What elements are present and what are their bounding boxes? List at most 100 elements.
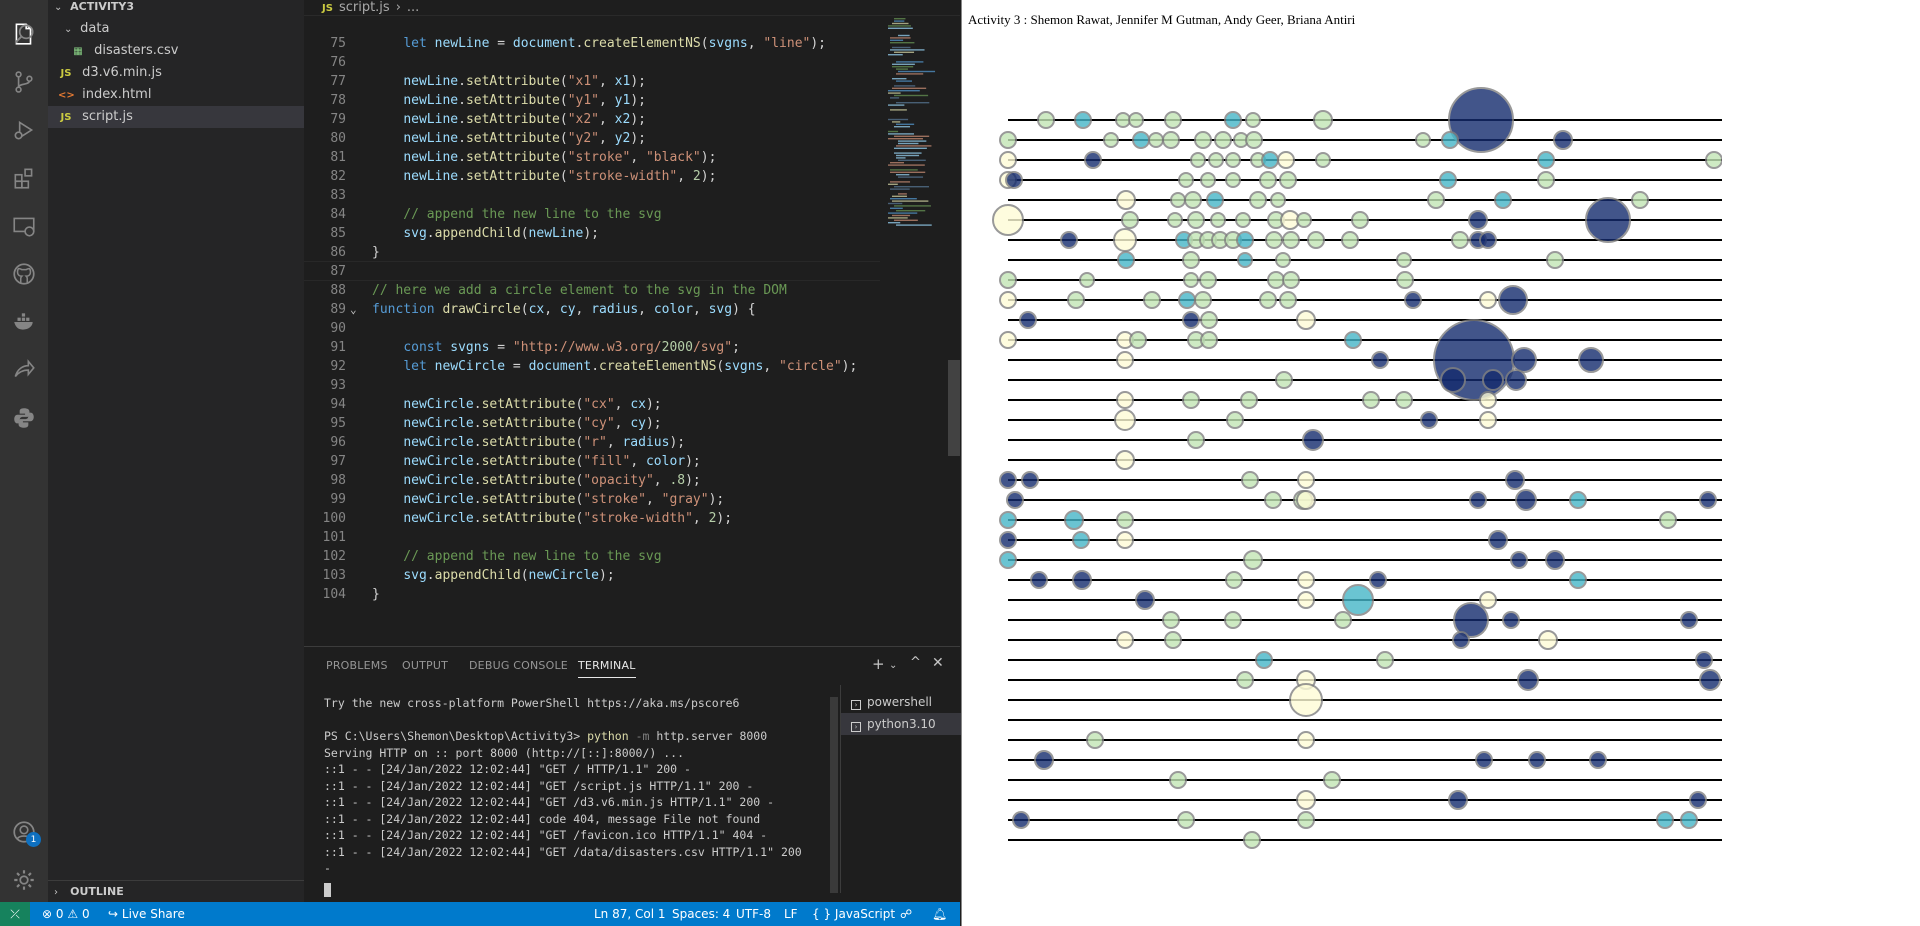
code-line[interactable]: 93 bbox=[304, 376, 884, 395]
code-line[interactable]: 76 bbox=[304, 53, 884, 72]
settings-gear-icon[interactable] bbox=[0, 856, 48, 904]
live-share-button[interactable]: ↪ Live Share bbox=[108, 902, 185, 926]
project-root[interactable]: ⌄ ACTIVITY3 bbox=[48, 0, 304, 18]
disaster-circle bbox=[1344, 331, 1362, 349]
tree-file-index-html[interactable]: <> index.html bbox=[48, 84, 304, 106]
code-line[interactable]: 89 ⌄ function drawCircle(cx, cy, radius, c… bbox=[304, 300, 884, 319]
disaster-circle bbox=[1515, 489, 1537, 511]
run-debug-icon[interactable] bbox=[0, 106, 48, 154]
code-text: newLine.setAttribute("x1", x1); bbox=[403, 74, 646, 89]
search-icon[interactable] bbox=[0, 10, 48, 58]
tree-file-d3[interactable]: JS d3.v6.min.js bbox=[48, 62, 304, 84]
code-line[interactable]: 99 newCircle.setAttribute("stroke", "gra… bbox=[304, 490, 884, 509]
code-line[interactable]: 98 newCircle.setAttribute("opacity", .8)… bbox=[304, 471, 884, 490]
minimap-line bbox=[890, 162, 905, 164]
code-line[interactable]: 88 // here we add a circle element to the… bbox=[304, 281, 884, 300]
code-line[interactable]: 91 const svgns = "http://www.w3.org/2000… bbox=[304, 338, 884, 357]
disaster-circle bbox=[1199, 271, 1217, 289]
line-ending[interactable]: LF bbox=[784, 902, 798, 926]
tab-output[interactable]: OUTPUT bbox=[402, 659, 448, 672]
disaster-circle bbox=[1115, 450, 1135, 470]
tab-debug-console[interactable]: DEBUG CONSOLE bbox=[469, 659, 568, 672]
code-line[interactable]: 75 let newLine = document.createElementN… bbox=[304, 34, 884, 53]
minimap-line bbox=[888, 54, 903, 56]
remote-explorer-icon[interactable] bbox=[0, 202, 48, 250]
code-line[interactable]: 77 newLine.setAttribute("x1", x1); bbox=[304, 72, 884, 91]
source-control-icon[interactable] bbox=[0, 58, 48, 106]
tree-file-disasters-csv[interactable]: ▦ disasters.csv bbox=[48, 40, 304, 62]
code-line[interactable]: 81 newLine.setAttribute("stroke", "black… bbox=[304, 148, 884, 167]
disaster-circle bbox=[1072, 531, 1090, 549]
code-line[interactable]: 95 newCircle.setAttribute("cy", cy); bbox=[304, 414, 884, 433]
code-line[interactable]: 86} bbox=[304, 243, 884, 262]
tree-item-label: index.html bbox=[82, 87, 152, 102]
language-label: JavaScript bbox=[834, 907, 896, 921]
minimap-line bbox=[896, 174, 910, 176]
code-line[interactable]: 104} bbox=[304, 585, 884, 604]
new-terminal-icon[interactable]: + bbox=[872, 655, 885, 673]
chevron-down-icon[interactable]: ⌄ bbox=[889, 660, 897, 671]
disaster-circle bbox=[1275, 252, 1291, 268]
disaster-circle bbox=[1452, 631, 1470, 649]
tree-folder-data[interactable]: ⌄ data bbox=[48, 18, 304, 40]
extensions-icon[interactable] bbox=[0, 154, 48, 202]
minimap-line bbox=[888, 92, 901, 94]
language-mode[interactable]: { } JavaScript bbox=[812, 902, 895, 926]
code-line[interactable]: 79 newLine.setAttribute("x2", x2); bbox=[304, 110, 884, 129]
code-line[interactable]: 96 newCircle.setAttribute("r", radius); bbox=[304, 433, 884, 452]
code-line[interactable]: 80 newLine.setAttribute("y2", y2); bbox=[304, 129, 884, 148]
close-panel-icon[interactable]: ✕ bbox=[932, 655, 944, 671]
code-line[interactable]: 82 newLine.setAttribute("stroke-width", … bbox=[304, 167, 884, 186]
live-share-icon[interactable] bbox=[0, 346, 48, 394]
disaster-circle bbox=[1296, 790, 1316, 810]
code-line[interactable]: 78 newLine.setAttribute("y1", y1); bbox=[304, 91, 884, 110]
code-line[interactable]: 102 // append the new line to the svg bbox=[304, 547, 884, 566]
code-line[interactable]: 83 bbox=[304, 186, 884, 205]
code-line[interactable]: 85 svg.appendChild(newLine); bbox=[304, 224, 884, 243]
code-editor[interactable]: 75 let newLine = document.createElementN… bbox=[304, 16, 960, 646]
line-number: 85 bbox=[330, 226, 346, 241]
indentation[interactable]: Spaces: 4 bbox=[672, 902, 730, 926]
code-line[interactable]: 90 bbox=[304, 319, 884, 338]
code-line[interactable]: 103 svg.appendChild(newCircle); bbox=[304, 566, 884, 585]
disaster-circle bbox=[1012, 811, 1030, 829]
encoding[interactable]: UTF-8 bbox=[736, 902, 771, 926]
notifications-bell-icon[interactable]: 🔔︎ bbox=[932, 902, 947, 926]
code-line[interactable]: 92 let newCircle = document.createElemen… bbox=[304, 357, 884, 376]
code-line[interactable]: 97 newCircle.setAttribute("fill", color)… bbox=[304, 452, 884, 471]
disaster-circle bbox=[1488, 530, 1508, 550]
breadcrumb-file[interactable]: script.js bbox=[339, 0, 390, 15]
tab-terminal[interactable]: TERMINAL bbox=[578, 659, 636, 678]
disaster-circle bbox=[1479, 391, 1497, 409]
problems-indicator[interactable]: ⊗ 0 ⚠ 0 bbox=[42, 902, 90, 926]
accounts-icon[interactable] bbox=[0, 808, 48, 856]
feedback-icon[interactable]: ☍ bbox=[900, 902, 912, 926]
github-icon[interactable] bbox=[0, 250, 48, 298]
docker-icon[interactable] bbox=[0, 298, 48, 346]
breadcrumb-symbol[interactable]: ... bbox=[407, 0, 419, 15]
cursor-position[interactable]: Ln 87, Col 1 bbox=[594, 902, 666, 926]
tree-file-script-js[interactable]: JS script.js bbox=[48, 106, 304, 128]
terminal-item-powershell[interactable]: › powershell bbox=[841, 691, 961, 713]
code-line[interactable]: 101 bbox=[304, 528, 884, 547]
terminal-item-python[interactable]: › python3.10 bbox=[841, 713, 961, 735]
terminal-scrollbar[interactable] bbox=[830, 697, 838, 893]
code-line[interactable]: 100 newCircle.setAttribute("stroke-width… bbox=[304, 509, 884, 528]
terminal-line: PS C:\Users\Shemon\Desktop\Activity3> py… bbox=[324, 729, 768, 743]
code-line[interactable]: 84 // append the new line to the svg bbox=[304, 205, 884, 224]
code-text: newCircle.setAttribute("r", radius); bbox=[403, 435, 686, 450]
disaster-circle bbox=[1279, 291, 1297, 309]
tab-problems[interactable]: PROBLEMS bbox=[326, 659, 388, 672]
minimap-line bbox=[894, 85, 916, 87]
code-line[interactable]: 94 newCircle.setAttribute("cx", cx); bbox=[304, 395, 884, 414]
code-line[interactable]: 87 bbox=[304, 262, 884, 281]
minimap[interactable] bbox=[884, 16, 950, 646]
disaster-circle bbox=[1245, 131, 1263, 149]
code-text: newLine.setAttribute("y2", y2); bbox=[403, 131, 646, 146]
outline-section[interactable]: › OUTLINE bbox=[48, 880, 304, 902]
remote-indicator-icon[interactable]: ⤫ bbox=[0, 902, 30, 926]
python-icon[interactable] bbox=[0, 394, 48, 442]
disaster-circle bbox=[1439, 171, 1457, 189]
maximize-panel-icon[interactable]: ^ bbox=[910, 655, 921, 670]
editor-scrollbar[interactable] bbox=[948, 360, 960, 456]
